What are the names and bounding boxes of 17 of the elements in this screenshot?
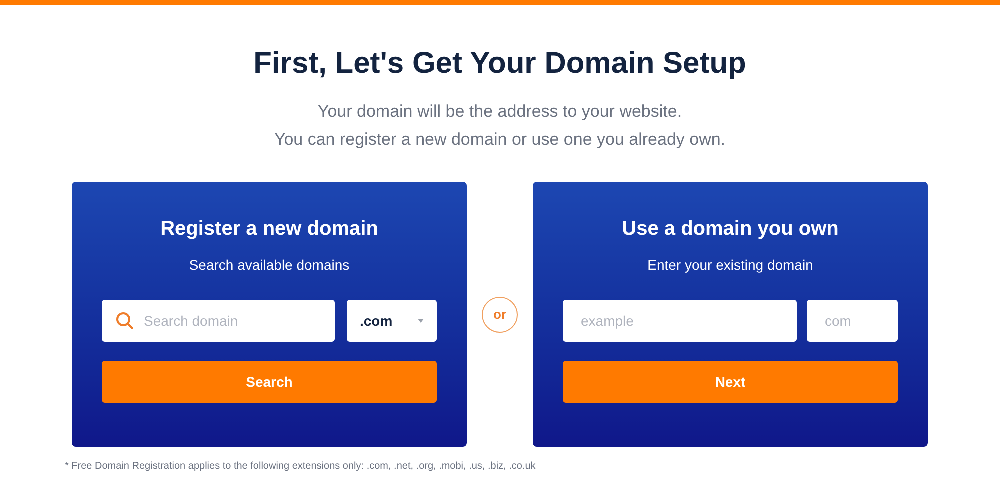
caret-icon (418, 319, 424, 323)
footnote: * Free Domain Registration applies to the following extensions only: .com, .net, .org, .mobi, .us, .biz, .co.uk (65, 460, 536, 474)
card-subtitle: Search available domains (189, 256, 350, 275)
search-field[interactable]: Search domain (102, 300, 335, 342)
search-button[interactable]: Search (102, 361, 437, 403)
card-subtitle: Enter your existing domain (648, 256, 814, 275)
extension-select[interactable]: .com (347, 300, 437, 342)
subtitle-text: You can register a new domain or use one you already own. (274, 129, 726, 151)
domain-name-field[interactable]: example (563, 300, 797, 342)
card-title: Register a new domain (160, 217, 378, 242)
extension-field[interactable]: com (807, 300, 898, 342)
page-heading: First, Let's Get Your Domain Setup (254, 46, 746, 82)
or-badge: or (482, 296, 518, 332)
search-icon (116, 312, 134, 330)
subtitle-text: Your domain will be the address to your website. (318, 101, 682, 123)
next-button[interactable]: Next (563, 361, 898, 403)
card-title: Use a domain you own (622, 217, 839, 242)
